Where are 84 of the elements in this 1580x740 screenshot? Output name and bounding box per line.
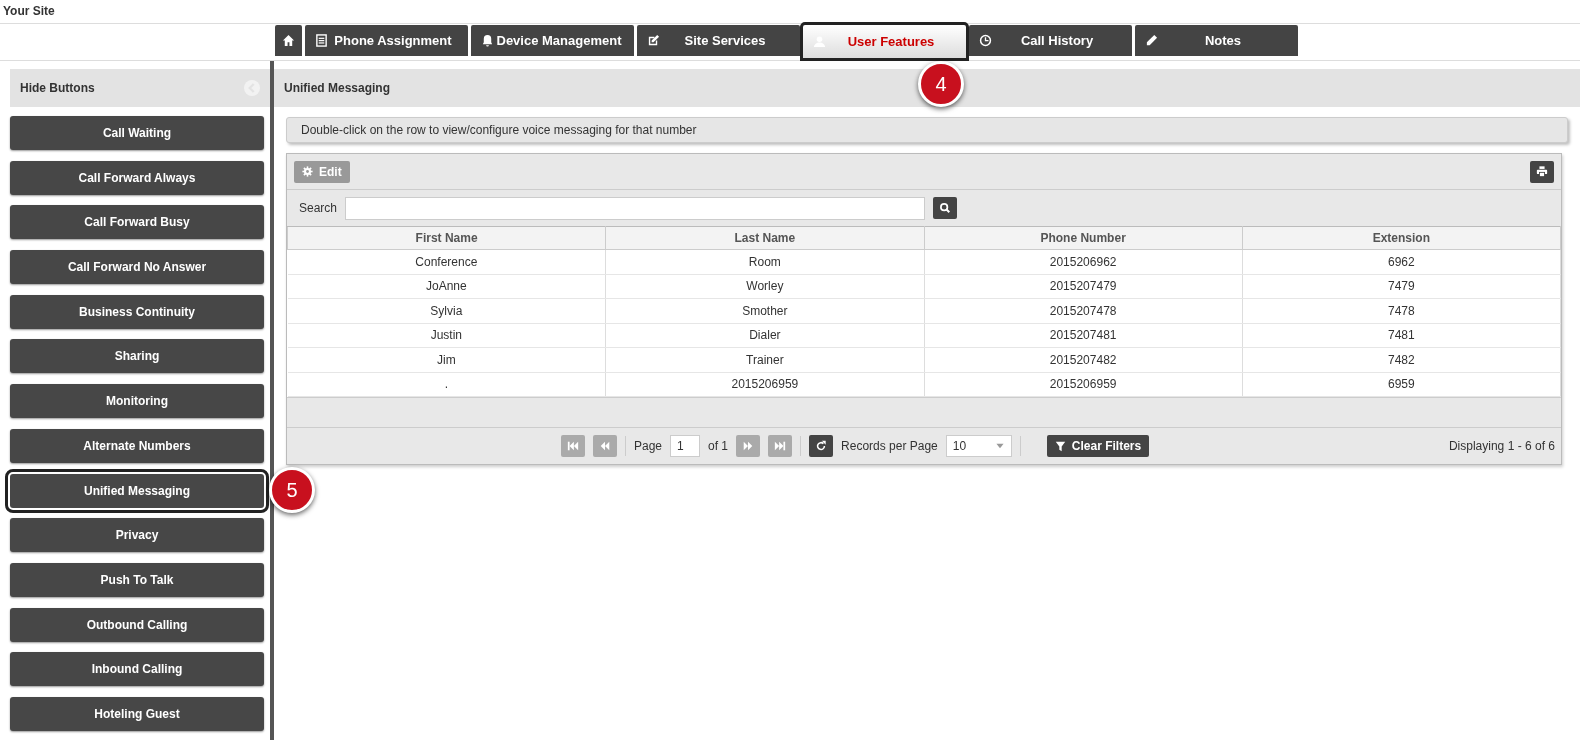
previous-page-icon [599,440,611,452]
next-page-button[interactable] [736,435,761,457]
search-field[interactable] [345,196,926,220]
per-page-label: Records per Page [841,438,938,455]
table-cell: 2015207481 [924,323,1243,348]
nav-tab[interactable]: Call History [969,25,1132,56]
table-cell: 2015207478 [924,298,1243,323]
nav-tab[interactable]: Site Services [637,25,800,56]
clear-filters-button[interactable]: Clear Filters [1046,435,1150,457]
table-cell: 2015207479 [924,274,1243,299]
table-cell: 2015206959 [605,372,924,397]
table-cell: 7478 [1242,298,1561,323]
nav-tab[interactable]: Phone Assignment [305,25,468,56]
nav-tab[interactable]: Notes [1135,25,1298,56]
table-cell: 7482 [1242,347,1561,372]
feature-button[interactable]: Sharing [10,339,264,374]
edit-icon [647,34,660,47]
feature-button[interactable]: Push To Talk [10,562,264,597]
feature-button[interactable]: Privacy [10,518,264,553]
gear-icon [302,166,313,177]
hint-bar: Double-click on the row to view/configure voice messaging for that number [286,117,1568,143]
page-field[interactable]: 1 [670,435,701,457]
table-cell: Jim [287,347,606,372]
table-cell: Smother [605,298,924,323]
bell-icon [481,34,494,47]
table-cell: Trainer [605,347,924,372]
first-page-icon [567,440,579,452]
feature-button[interactable]: Alternate Numbers [10,428,264,463]
feature-button[interactable]: Call Waiting [10,116,264,150]
user-icon [813,35,826,48]
feature-button[interactable]: Monitoring [10,384,264,419]
print-button[interactable] [1530,160,1554,183]
table-cell: 2015206959 [924,372,1243,397]
previous-page-button[interactable] [593,435,617,457]
column-header[interactable]: Last Name [605,226,924,250]
column-header[interactable]: Extension [1242,226,1561,250]
refresh-button[interactable] [809,435,834,457]
table-cell: JoAnne [287,274,606,299]
feature-button[interactable]: Call Forward Always [10,160,264,195]
feature-button[interactable]: Call Forward No Answer [10,250,264,285]
table-cell: 6962 [1242,249,1561,274]
table-cell: Justin [287,323,606,348]
last-page-button[interactable] [768,435,793,457]
feature-button[interactable]: Business Continuity [10,294,264,329]
print-icon [1536,165,1548,178]
table-cell: Worley [605,274,924,299]
column-header[interactable]: Phone Number [924,226,1243,250]
nav-tab[interactable]: Device Management [471,25,634,56]
callout-badge: 4 [918,61,964,107]
table-cell: 2015207482 [924,347,1243,372]
table-cell: 6959 [1242,372,1561,397]
table-cell: Room [605,249,924,274]
search-label: Search [299,200,338,217]
table-cell: Conference [287,249,606,274]
per-page-select[interactable]: 10 [945,435,1012,457]
feature-button[interactable]: Call Forward Busy [10,205,264,240]
table-cell: . [287,372,606,397]
feature-button[interactable]: Outbound Calling [10,607,264,642]
next-page-icon [742,440,755,452]
nav-tab[interactable] [275,25,302,56]
table-cell: 7479 [1242,274,1561,299]
record-count: Displaying 1 - 6 of 6 [1448,438,1555,455]
table-cell: Sylvia [287,298,606,323]
feature-button[interactable]: Inbound Calling [10,652,264,687]
list-icon [315,34,328,47]
feature-button[interactable]: Hoteling Guest [10,696,264,731]
table-cell: Dialer [605,323,924,348]
page-label: Page [634,438,663,455]
sidebar-title: Hide Buttons [20,80,95,97]
last-page-icon [774,440,787,452]
caret-icon [994,441,1005,451]
table-cell: 2015206962 [924,249,1243,274]
search-button[interactable] [933,197,958,219]
filter-icon [1054,440,1066,452]
column-header[interactable]: First Name [287,226,606,250]
page-count: of 1 [708,438,729,455]
pencil-icon [1145,34,1158,47]
nav-tab[interactable]: User Features [803,25,966,58]
home-icon [282,34,295,47]
table-cell: 7481 [1242,323,1561,348]
search-icon [939,202,952,214]
clock-icon [979,34,992,47]
refresh-icon [815,440,828,452]
first-page-button[interactable] [561,435,585,457]
